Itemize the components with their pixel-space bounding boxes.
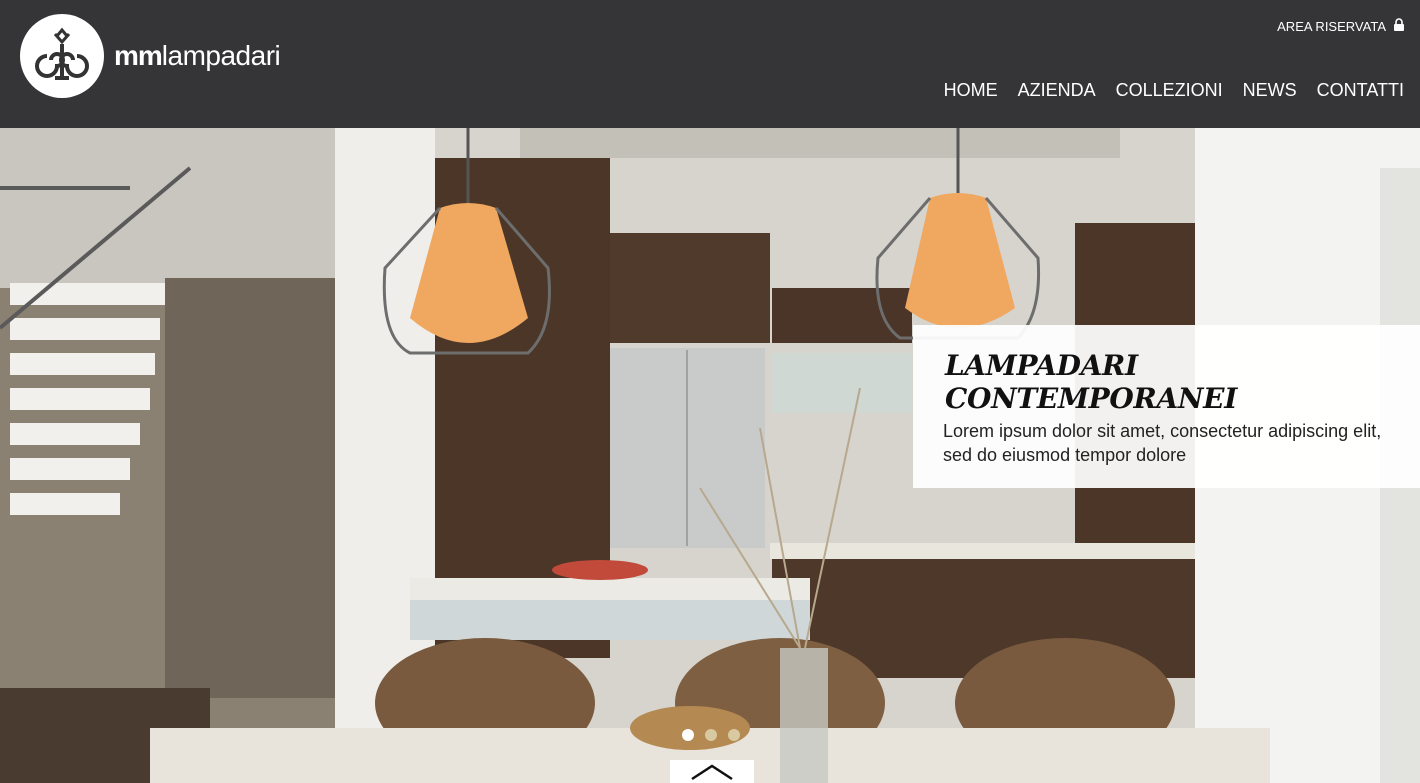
slider-dot-2[interactable] [705,729,717,741]
chevron-up-icon [691,764,733,781]
nav-home[interactable]: HOME [944,80,998,101]
logo[interactable]: mmlampadari [20,14,281,98]
slide-title: LAMPADARI CONTEMPORANEI [945,349,1238,415]
slider-dot-3[interactable] [728,729,740,741]
brand-name: mmlampadari [114,40,281,71]
nav-contatti[interactable]: CONTATTI [1317,80,1404,101]
reserved-area-label: AREA RISERVATA [1277,18,1386,34]
hero-slider[interactable]: LAMPADARI CONTEMPORANEI Lorem ipsum dolo… [0,128,1420,783]
brand-name-bold: mm [114,40,163,71]
brand-name-light: lampadari [161,40,281,71]
site-header: mmlampadari AREA RISERVATA HOME AZIENDA … [0,0,1420,128]
reserved-area-link[interactable]: AREA RISERVATA [1277,18,1404,34]
slide-caption: LAMPADARI CONTEMPORANEI Lorem ipsum dolo… [913,325,1420,488]
lock-icon [1394,18,1404,34]
nav-news[interactable]: NEWS [1243,80,1297,101]
nav-collezioni[interactable]: COLLEZIONI [1116,80,1223,101]
slide-text: Lorem ipsum dolor sit amet, consectetur … [943,421,1382,465]
logo-mark-icon [20,14,104,98]
nav-azienda[interactable]: AZIENDA [1018,80,1096,101]
main-nav: HOME AZIENDA COLLEZIONI NEWS CONTATTI [944,80,1404,101]
slider-dots [682,729,740,741]
scroll-top-button[interactable] [670,760,754,783]
slider-dot-1[interactable] [682,729,694,741]
